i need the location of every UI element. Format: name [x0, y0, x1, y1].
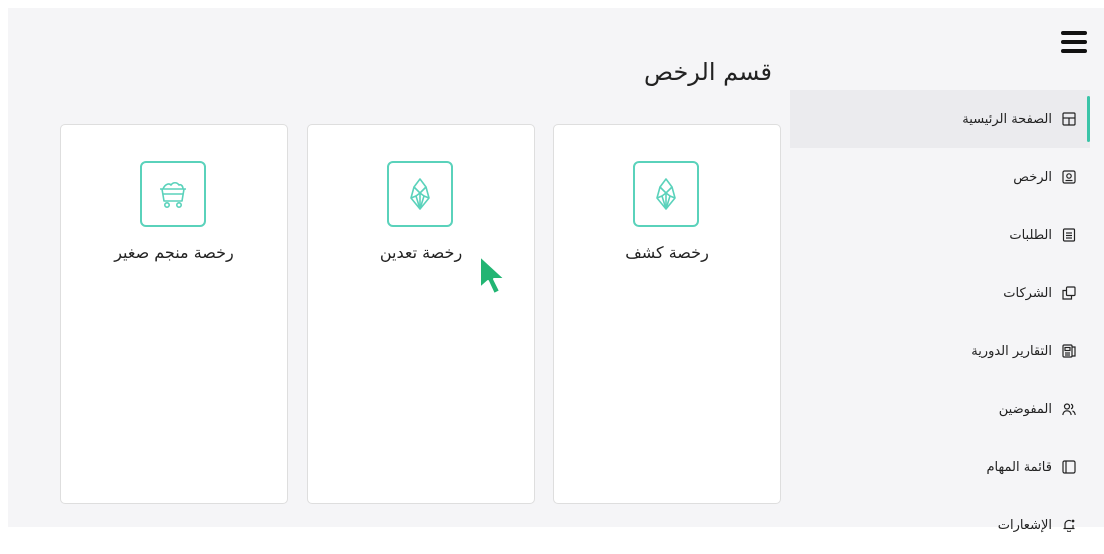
page-title: قسم الرخص: [644, 58, 772, 86]
card-title: رخصة منجم صغير: [114, 243, 234, 262]
card-mining-license[interactable]: رخصة تعدين: [307, 124, 535, 504]
sidebar-item-home[interactable]: الصفحة الرئيسية: [790, 90, 1090, 148]
sidebar-item-label: التقارير الدورية: [971, 343, 1052, 359]
requests-icon: [1062, 228, 1076, 242]
sidebar-item-label: الشركات: [1003, 285, 1052, 301]
sidebar-item-label: المفوضين: [998, 401, 1052, 417]
crystal-icon: [387, 161, 453, 227]
sidebar-item-tasks[interactable]: قائمة المهام: [790, 438, 1090, 496]
reports-icon: [1062, 344, 1076, 358]
sidebar-item-notifications[interactable]: الإشعارات: [790, 496, 1090, 554]
sidebar-item-label: الإشعارات: [997, 517, 1052, 533]
tasks-icon: [1062, 460, 1076, 474]
users-icon: [1062, 402, 1076, 416]
sidebar-item-reports[interactable]: التقارير الدورية: [790, 322, 1090, 380]
crystal-icon: [633, 161, 699, 227]
sidebar-item-label: الصفحة الرئيسية: [962, 111, 1052, 127]
sidebar-item-label: الرخص: [1013, 169, 1052, 185]
sidebar-item-companies[interactable]: الشركات: [790, 264, 1090, 322]
sidebar-item-licenses[interactable]: الرخص: [790, 148, 1090, 206]
layout-icon: [1062, 112, 1076, 126]
sidebar-item-delegates[interactable]: المفوضين: [790, 380, 1090, 438]
sidebar-item-requests[interactable]: الطلبات: [790, 206, 1090, 264]
card-title: رخصة كشف: [625, 243, 709, 262]
hamburger-menu-icon[interactable]: [1061, 31, 1087, 53]
card-small-mine-license[interactable]: رخصة منجم صغير: [60, 124, 288, 504]
sidebar-item-label: قائمة المهام: [986, 459, 1052, 475]
license-icon: [1062, 170, 1076, 184]
mine-cart-icon: [140, 161, 206, 227]
sidebar-nav: الصفحة الرئيسية الرخص الطلبات الشركات ال…: [790, 90, 1090, 554]
card-exploration-license[interactable]: رخصة كشف: [553, 124, 781, 504]
bell-icon: [1062, 518, 1076, 532]
mouse-cursor-icon: [479, 255, 506, 295]
sidebar-item-label: الطلبات: [1009, 227, 1052, 243]
companies-icon: [1062, 286, 1076, 300]
